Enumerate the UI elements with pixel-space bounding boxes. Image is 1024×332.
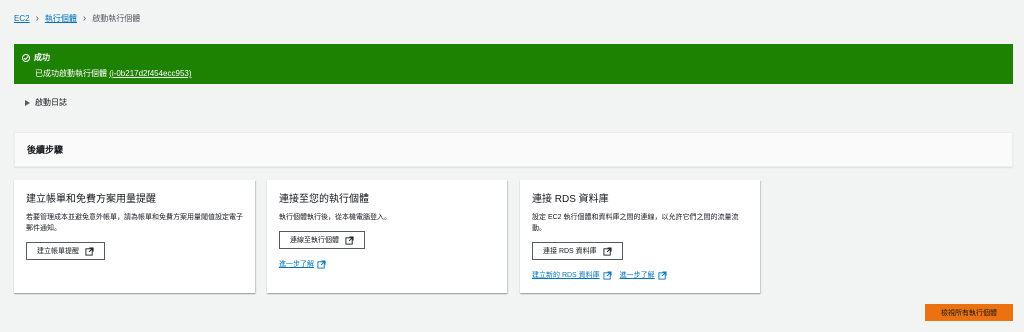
next-steps-header: 後續步驟 (14, 132, 1013, 167)
breadcrumb-ec2-link[interactable]: EC2 (14, 14, 30, 23)
card-description: 若要管理成本並避免意外帳單，請為帳單和免費方案用量閾值設定電子郵件通知。 (26, 214, 243, 232)
button-label: 建立帳單提醒 (37, 248, 79, 255)
external-link-icon (603, 246, 612, 256)
chevron-right-icon: › (35, 12, 39, 24)
card-title: 連接至您的執行個體 (279, 194, 369, 205)
card-title: 建立帳單和免費方案用量提醒 (26, 194, 156, 205)
learn-more-link[interactable]: 進一步了解 (279, 259, 326, 269)
external-link-icon (85, 246, 94, 256)
card-title: 連接 RDS 資料庫 (532, 194, 609, 205)
create-billing-alert-button[interactable]: 建立帳單提醒 (26, 242, 105, 260)
instance-id-link[interactable]: (i-0b217d2f454ecc953) (109, 69, 191, 78)
breadcrumb-instances-link[interactable]: 執行個體 (45, 13, 77, 24)
launch-log-expander[interactable]: 啟動日誌 (25, 97, 67, 108)
connect-instance-button[interactable]: 連線至執行個體 (279, 231, 365, 249)
card-description: 執行個體執行後，從本機電腦登入。 (279, 214, 391, 221)
learn-more-link[interactable]: 進一步了解 (620, 270, 667, 280)
flash-message: 已成功啟動執行個體 (35, 69, 107, 78)
link-label: 進一步了解 (279, 261, 314, 268)
check-circle-icon (22, 53, 30, 62)
external-link-icon (658, 270, 667, 280)
next-steps-title: 後續步驟 (27, 145, 64, 155)
link-label: 建立新的 RDS 資料庫 (532, 272, 600, 279)
connect-rds-button[interactable]: 連接 RDS 資料庫 (532, 242, 623, 260)
launch-log-label: 啟動日誌 (35, 98, 67, 107)
button-label: 連接 RDS 資料庫 (543, 248, 597, 255)
card-description: 設定 EC2 執行個體和資料庫之間的連線，以允許它們之間的流量流動。 (532, 214, 739, 232)
button-label: 連線至執行個體 (290, 237, 339, 244)
create-rds-link[interactable]: 建立新的 RDS 資料庫 (532, 270, 612, 280)
view-all-instances-button[interactable]: 檢視所有執行個體 (925, 304, 1013, 321)
external-link-icon (345, 235, 354, 245)
breadcrumb-current: 啟動執行個體 (92, 14, 141, 23)
caret-right-icon (25, 99, 30, 106)
chevron-right-icon: › (82, 12, 87, 24)
success-flash: 成功 已成功啟動執行個體 (i-0b217d2f454ecc953) (14, 44, 1013, 84)
link-label: 進一步了解 (619, 272, 655, 279)
flash-title: 成功 (34, 53, 50, 62)
connect-rds-card: 連接 RDS 資料庫 設定 EC2 執行個體和資料庫之間的連線，以允許它們之間的… (520, 180, 760, 293)
breadcrumb: EC2 › 執行個體 › 啟動執行個體 (14, 13, 140, 24)
connect-instance-card: 連接至您的執行個體 執行個體執行後，從本機電腦登入。 連線至執行個體 進一步了解 (267, 180, 507, 293)
billing-alert-card: 建立帳單和免費方案用量提醒 若要管理成本並避免意外帳單，請為帳單和免費方案用量閾… (14, 180, 255, 293)
external-link-icon (317, 259, 326, 269)
external-link-icon (603, 270, 612, 280)
